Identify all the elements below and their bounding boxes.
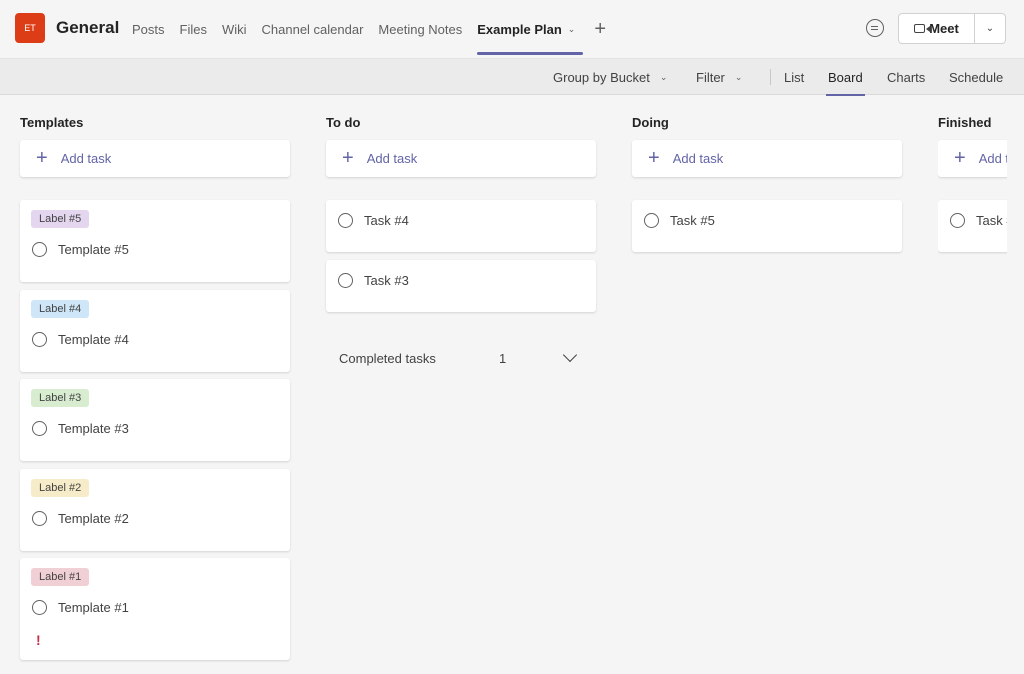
filter-dropdown[interactable]: Filter ⌄: [696, 59, 742, 95]
task-card[interactable]: Task #: [938, 200, 1007, 252]
task-row: Template #1: [32, 600, 129, 615]
task-label-badge: Label #5: [31, 210, 90, 228]
add-task-label: Add task: [366, 151, 418, 166]
task-label-badge: Label #2: [31, 479, 90, 497]
completed-tasks-count: 1: [499, 350, 507, 366]
plus-icon: +: [648, 147, 660, 169]
task-row: Task #3: [338, 273, 409, 288]
filter-label: Filter: [696, 69, 725, 85]
task-title: Task #: [976, 213, 1007, 228]
task-row: Template #4: [32, 332, 129, 347]
task-row: Task #5: [644, 213, 715, 228]
bucket-finished: Finished + Add task Task #: [938, 96, 1007, 266]
task-row: Template #3: [32, 421, 129, 436]
plus-icon: +: [342, 147, 354, 169]
chevron-down-icon[interactable]: ⌄: [568, 24, 576, 35]
video-camera-icon: [914, 24, 931, 33]
task-card[interactable]: Label #5 Template #5: [20, 200, 290, 282]
plus-icon: +: [954, 147, 966, 169]
plus-icon: +: [36, 147, 48, 169]
add-task-button[interactable]: + Add task: [20, 140, 290, 177]
complete-task-checkbox[interactable]: [338, 273, 353, 288]
task-row: Task #4: [338, 213, 409, 228]
meet-now-button[interactable]: Meet: [899, 14, 975, 43]
view-tab-board[interactable]: Board: [826, 59, 865, 96]
add-tab-icon[interactable]: +: [594, 18, 606, 41]
task-title: Template #5: [58, 242, 129, 257]
task-row: Template #2: [32, 511, 129, 526]
task-title: Template #4: [58, 332, 129, 347]
task-title: Template #1: [58, 600, 129, 615]
channel-header: ET General Posts Files Wiki Channel cale…: [0, 0, 1024, 58]
task-label-badge: Label #4: [31, 300, 90, 318]
task-label-badge: Label #1: [31, 568, 90, 586]
task-title: Task #5: [670, 213, 715, 228]
task-card[interactable]: Label #1 Template #1 !: [20, 558, 290, 660]
tab-files[interactable]: Files: [180, 0, 207, 58]
task-card[interactable]: Task #5: [632, 200, 902, 252]
tab-meeting-notes[interactable]: Meeting Notes: [378, 0, 462, 58]
complete-task-checkbox[interactable]: [644, 213, 659, 228]
task-card[interactable]: Label #2 Template #2: [20, 469, 290, 551]
planner-toolbar: Group by Bucket ⌄ Filter ⌄ List Board Ch…: [0, 58, 1024, 96]
planner-board: Templates + Add task Label #5 Template #…: [0, 96, 1024, 674]
meet-dropdown-chevron-icon[interactable]: ⌄: [975, 14, 1005, 43]
complete-task-checkbox[interactable]: [32, 600, 47, 615]
complete-task-checkbox[interactable]: [338, 213, 353, 228]
task-title: Template #2: [58, 511, 129, 526]
chevron-down-icon: [562, 347, 578, 363]
add-task-label: Add task: [672, 151, 724, 166]
complete-task-checkbox[interactable]: [32, 332, 47, 347]
chevron-down-icon: ⌄: [659, 71, 668, 82]
bucket-title: To do: [326, 115, 361, 130]
complete-task-checkbox[interactable]: [32, 242, 47, 257]
meet-button[interactable]: Meet ⌄: [898, 13, 1006, 44]
task-row: Template #5: [32, 242, 129, 257]
complete-task-checkbox[interactable]: [32, 421, 47, 436]
complete-task-checkbox[interactable]: [950, 213, 965, 228]
chevron-down-icon: ⌄: [734, 71, 743, 82]
add-task-label: Add task: [978, 151, 1007, 166]
view-tab-charts[interactable]: Charts: [887, 59, 925, 95]
task-card[interactable]: Task #3: [326, 260, 596, 312]
bucket-title: Finished: [938, 115, 992, 130]
conversation-icon[interactable]: [866, 19, 884, 37]
group-by-dropdown[interactable]: Group by Bucket ⌄: [553, 59, 667, 95]
meet-label: Meet: [929, 21, 959, 36]
task-row: Task #: [950, 213, 1007, 228]
task-title: Template #3: [58, 421, 129, 436]
tab-channel-calendar[interactable]: Channel calendar: [262, 0, 364, 58]
view-tab-schedule[interactable]: Schedule: [949, 59, 1003, 95]
tab-example-plan-label: Example Plan: [477, 21, 562, 37]
task-label-badge: Label #3: [31, 389, 90, 407]
tab-posts[interactable]: Posts: [132, 0, 165, 58]
add-task-button[interactable]: + Add task: [326, 140, 596, 177]
tab-example-plan[interactable]: Example Plan ⌄: [477, 0, 584, 58]
group-by-label: Group by Bucket: [553, 69, 650, 85]
channel-tabs: Posts Files Wiki Channel calendar Meetin…: [132, 0, 606, 58]
completed-tasks-toggle[interactable]: Completed tasks 1: [339, 346, 584, 370]
add-task-label: Add task: [60, 151, 112, 166]
complete-task-checkbox[interactable]: [32, 511, 47, 526]
task-card[interactable]: Label #3 Template #3: [20, 379, 290, 461]
task-card[interactable]: Label #4 Template #4: [20, 290, 290, 372]
bucket-title: Templates: [20, 115, 84, 130]
bucket-title: Doing: [632, 115, 669, 130]
team-avatar[interactable]: ET: [15, 13, 45, 43]
completed-tasks-label: Completed tasks: [339, 350, 436, 366]
channel-name: General: [56, 18, 120, 37]
tab-wiki[interactable]: Wiki: [222, 0, 247, 58]
add-task-button[interactable]: + Add task: [632, 140, 902, 177]
toolbar-divider: [770, 69, 771, 85]
view-tab-list[interactable]: List: [784, 59, 804, 95]
task-title: Task #3: [364, 273, 409, 288]
add-task-button[interactable]: + Add task: [938, 140, 1007, 177]
urgent-priority-icon: !: [36, 632, 41, 648]
task-card[interactable]: Task #4: [326, 200, 596, 252]
task-title: Task #4: [364, 213, 409, 228]
